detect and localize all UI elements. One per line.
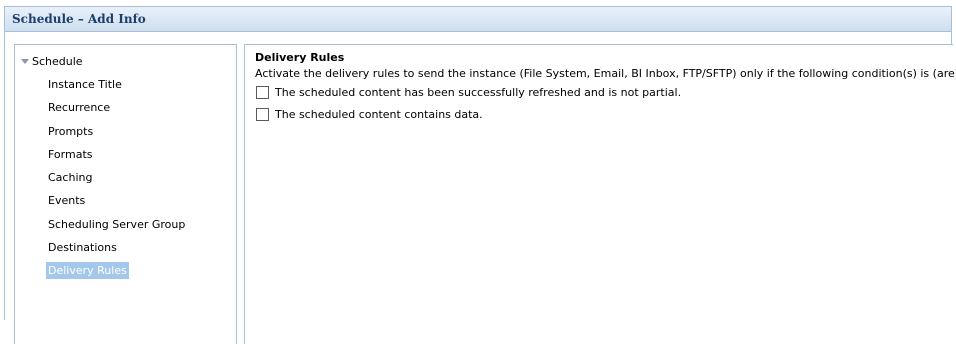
- nav-panel: Schedule Instance Title Recurrence Promp…: [14, 44, 237, 344]
- section-title: Delivery Rules: [255, 51, 345, 64]
- nav-item-prompts[interactable]: Prompts: [48, 123, 187, 146]
- rule-contains-data-label: The scheduled content contains data.: [275, 108, 483, 121]
- rule-contains-data[interactable]: The scheduled content contains data.: [256, 108, 483, 121]
- nav-item-events[interactable]: Events: [48, 192, 187, 215]
- nav-item-instance-title[interactable]: Instance Title: [48, 76, 187, 99]
- rule-refreshed-checkbox[interactable]: [256, 86, 269, 99]
- nav-root-label: Schedule: [32, 55, 83, 68]
- nav-list: Instance Title Recurrence Prompts Format…: [46, 76, 187, 286]
- nav-item-destinations[interactable]: Destinations: [48, 239, 187, 262]
- nav-item-recurrence[interactable]: Recurrence: [48, 99, 187, 122]
- nav-item-caching[interactable]: Caching: [48, 169, 187, 192]
- expand-triangle-icon[interactable]: [21, 59, 29, 64]
- rule-refreshed-label: The scheduled content has been successfu…: [275, 86, 682, 99]
- rule-contains-data-checkbox[interactable]: [256, 108, 269, 121]
- content-panel: Delivery Rules Activate the delivery rul…: [244, 44, 956, 344]
- title-bar: Schedule – Add Info: [5, 7, 951, 32]
- dialog-body: Schedule Instance Title Recurrence Promp…: [5, 33, 956, 344]
- delivery-rules-description: Activate the delivery rules to send the …: [255, 67, 956, 80]
- nav-item-scheduling-server-group[interactable]: Scheduling Server Group: [48, 216, 187, 239]
- rule-refreshed-not-partial[interactable]: The scheduled content has been successfu…: [256, 86, 681, 99]
- window-title: Schedule – Add Info: [12, 12, 146, 26]
- nav-root-schedule[interactable]: Schedule: [21, 55, 83, 68]
- nav-item-formats[interactable]: Formats: [48, 146, 187, 169]
- schedule-window: Schedule – Add Info Schedule Instance Ti…: [4, 6, 956, 344]
- nav-item-delivery-rules[interactable]: Delivery Rules: [46, 262, 187, 285]
